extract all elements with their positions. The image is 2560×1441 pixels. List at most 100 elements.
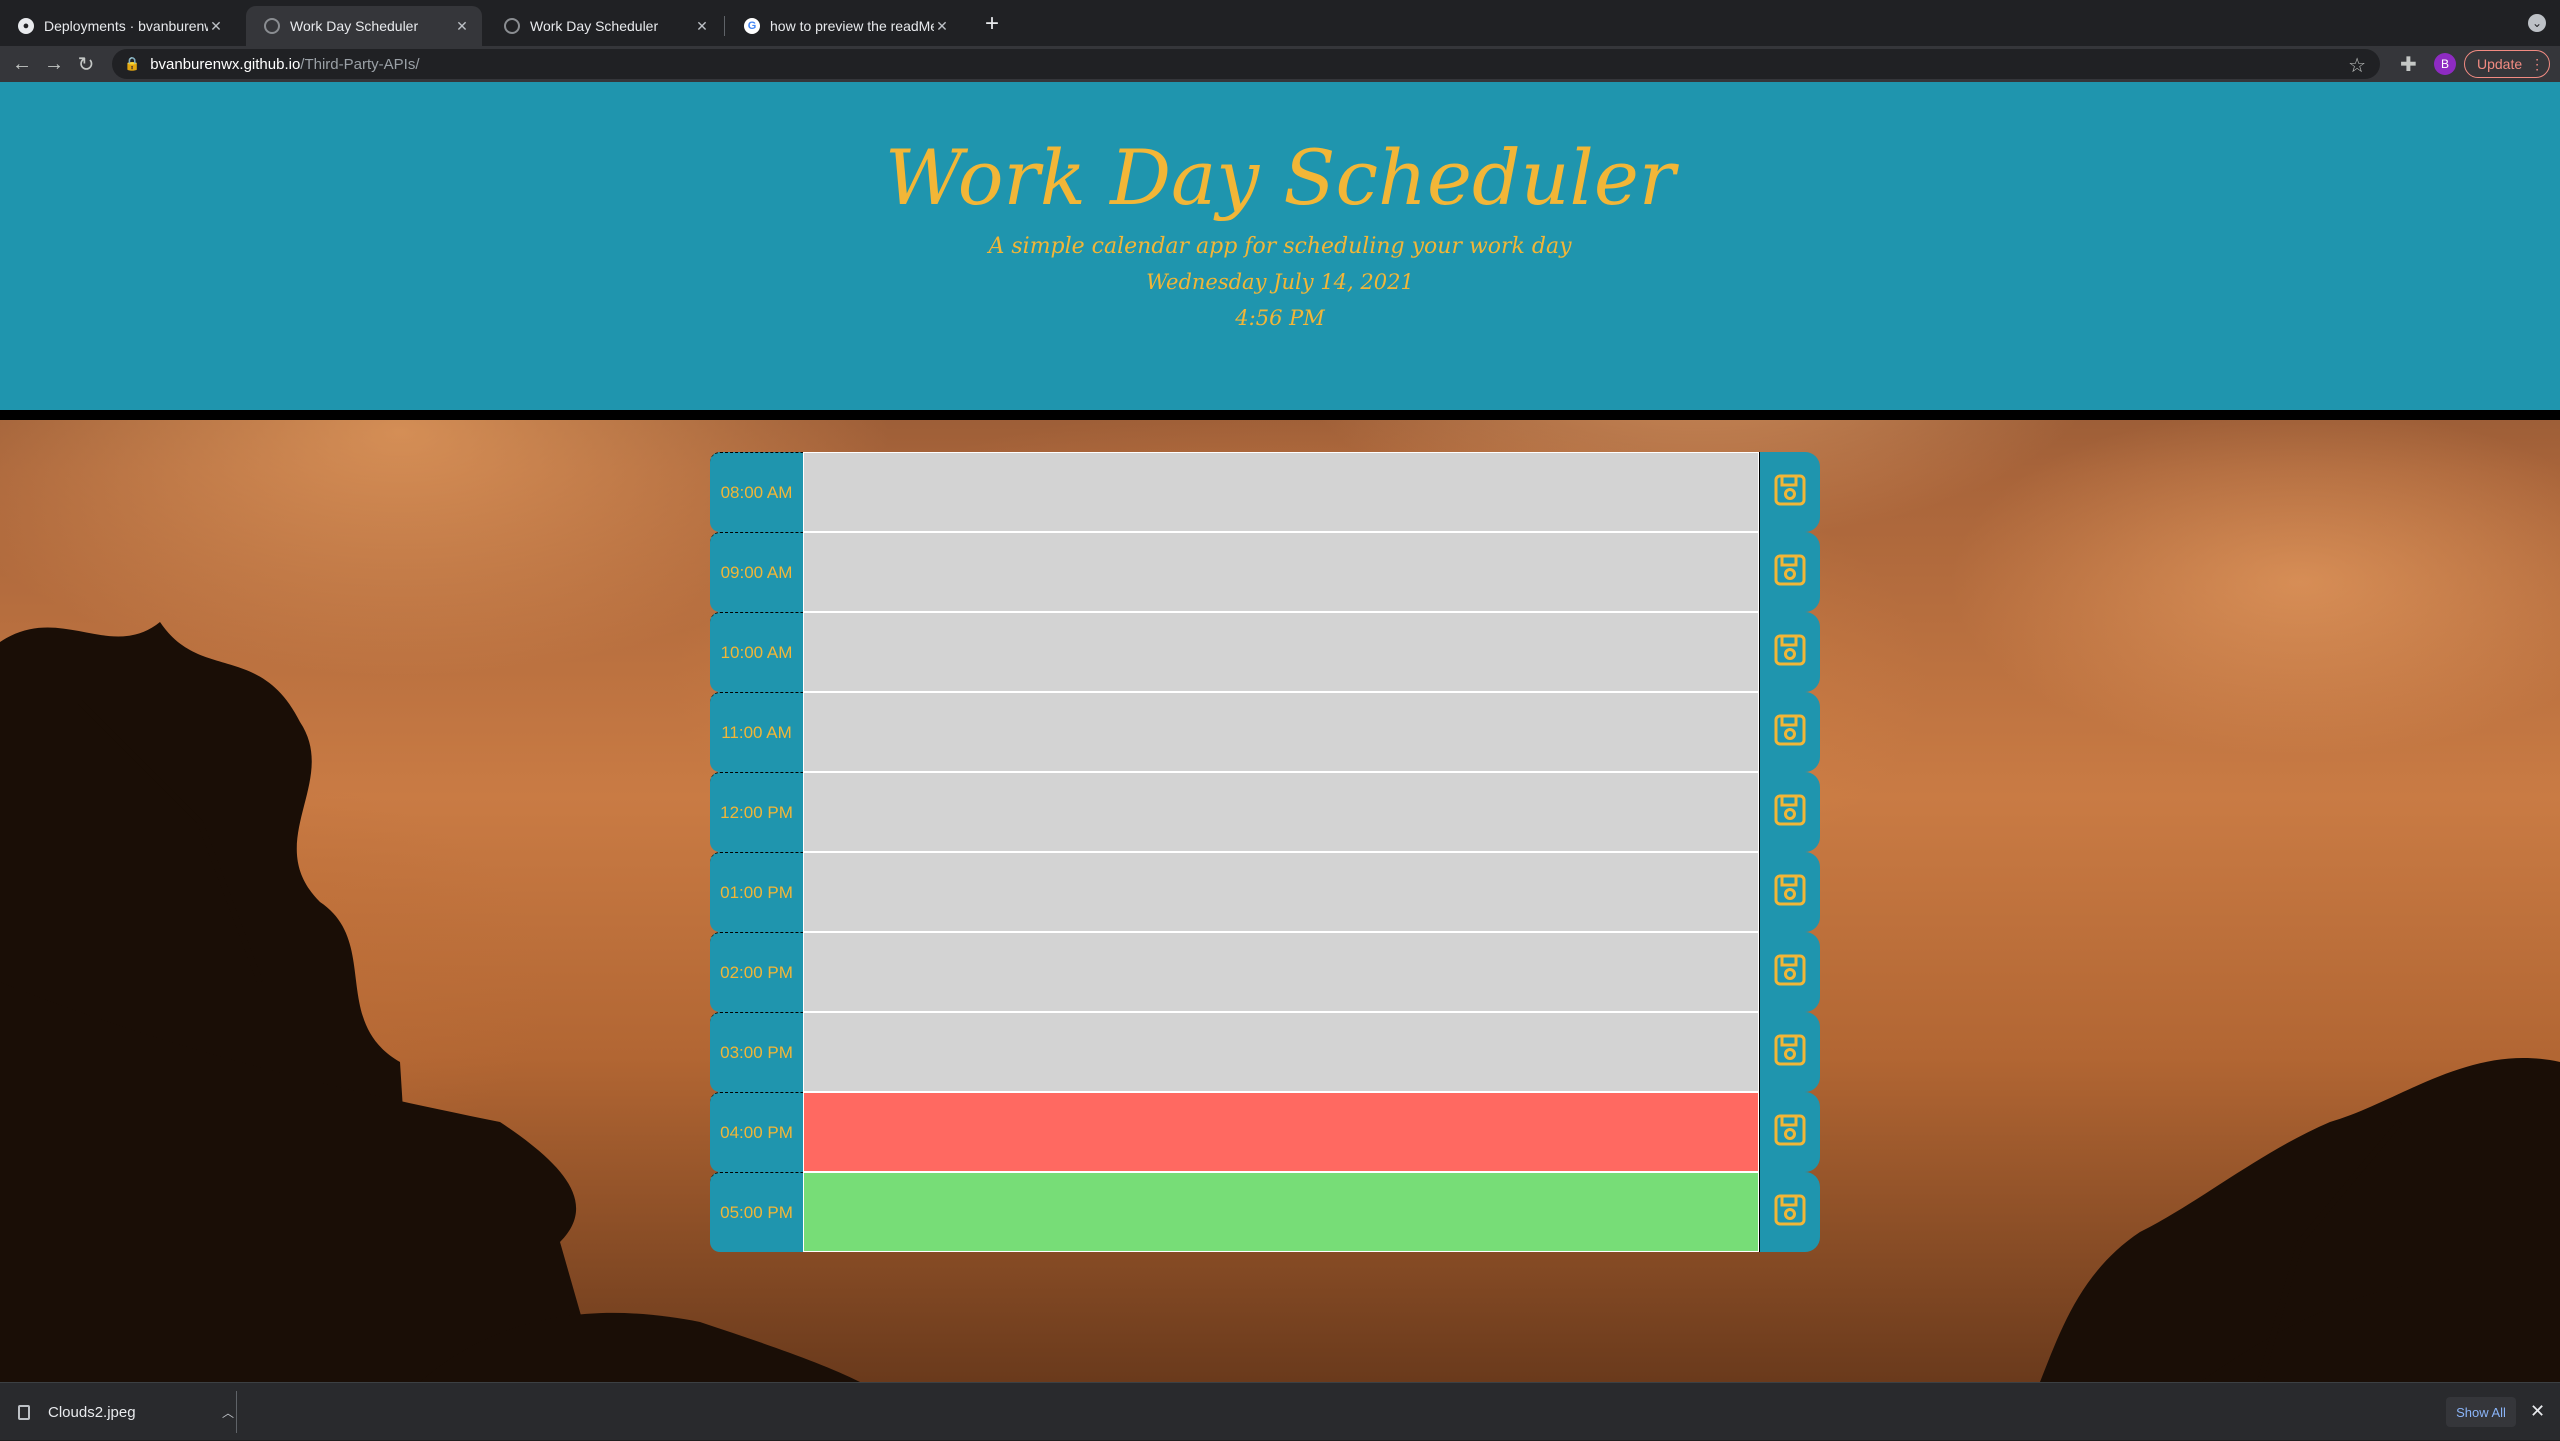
event-textarea-past[interactable] <box>803 612 1759 692</box>
time-block-row: 09:00 AM <box>710 532 1820 612</box>
tab-title: Work Day Scheduler <box>290 18 419 34</box>
update-label: Update <box>2477 56 2523 72</box>
hour-label: 01:00 PM <box>710 852 803 932</box>
download-separator <box>236 1391 237 1433</box>
back-icon[interactable]: ← <box>6 48 38 80</box>
save-button[interactable] <box>1759 1172 1820 1252</box>
close-icon[interactable]: ✕ <box>454 18 470 35</box>
floppy-disk-save-icon <box>1773 1193 1807 1232</box>
save-button[interactable] <box>1759 532 1820 612</box>
tab-title: how to preview the readMe file <box>770 18 934 34</box>
event-textarea-present[interactable] <box>803 1092 1759 1172</box>
tab-deployments[interactable]: ● Deployments · bvanburenwx/Third-Party-… <box>0 6 236 46</box>
event-textarea-past[interactable] <box>803 772 1759 852</box>
floppy-disk-save-icon <box>1773 713 1807 752</box>
time-block-row: 11:00 AM <box>710 692 1820 772</box>
floppy-disk-save-icon <box>1773 873 1807 912</box>
event-textarea-past[interactable] <box>803 932 1759 1012</box>
floppy-disk-save-icon <box>1773 793 1807 832</box>
hour-label: 04:00 PM <box>710 1092 803 1172</box>
close-icon[interactable]: ✕ <box>2530 1401 2545 1422</box>
save-button[interactable] <box>1759 452 1820 532</box>
github-icon: ● <box>18 18 34 34</box>
page-viewport: Work Day Scheduler A simple calendar app… <box>0 82 2560 1382</box>
url-path: /Third-Party-APIs/ <box>300 55 420 73</box>
tab-work-day-scheduler[interactable]: Work Day Scheduler ✕ <box>486 6 722 46</box>
floppy-disk-save-icon <box>1773 1113 1807 1152</box>
file-icon <box>18 1404 30 1420</box>
save-button[interactable] <box>1759 1092 1820 1172</box>
time-block-row: 08:00 AM <box>710 452 1820 532</box>
globe-icon <box>264 18 280 34</box>
download-file-name: Clouds2.jpeg <box>48 1403 136 1421</box>
event-textarea-past[interactable] <box>803 452 1759 532</box>
close-icon[interactable]: ✕ <box>934 18 950 35</box>
event-textarea-past[interactable] <box>803 532 1759 612</box>
google-icon: G <box>744 18 760 34</box>
download-shelf: Clouds2.jpeg ︿ Show All ✕ <box>0 1382 2560 1440</box>
hour-label: 10:00 AM <box>710 612 803 692</box>
save-button[interactable] <box>1759 852 1820 932</box>
globe-icon <box>504 18 520 34</box>
browser-toolbar: ← → ↻ 🔒 bvanburenwx.github.io/Third-Part… <box>0 46 2560 82</box>
hour-label: 12:00 PM <box>710 772 803 852</box>
save-button[interactable] <box>1759 1012 1820 1092</box>
tab-title: Work Day Scheduler <box>530 18 659 34</box>
time-block-row: 01:00 PM <box>710 852 1820 932</box>
floppy-disk-save-icon <box>1773 633 1807 672</box>
tab-strip: ● Deployments · bvanburenwx/Third-Party-… <box>0 0 2560 46</box>
time-block-row: 10:00 AM <box>710 612 1820 692</box>
floppy-disk-save-icon <box>1773 953 1807 992</box>
bookmark-star-icon[interactable]: ☆ <box>2348 53 2366 78</box>
event-textarea-past[interactable] <box>803 852 1759 932</box>
save-button[interactable] <box>1759 772 1820 852</box>
save-button[interactable] <box>1759 692 1820 772</box>
time-block-row: 12:00 PM <box>710 772 1820 852</box>
time-block-row: 04:00 PM <box>710 1092 1820 1172</box>
scheduler: 08:00 AM 09:00 AM 10:00 AM 11:00 AM 12:00 PM… <box>710 452 1820 1252</box>
hour-label: 08:00 AM <box>710 452 803 532</box>
floppy-disk-save-icon <box>1773 1033 1807 1072</box>
close-icon[interactable]: ✕ <box>208 18 224 35</box>
chevron-up-icon[interactable]: ︿ <box>222 1404 234 1421</box>
header-divider <box>0 410 2560 420</box>
url-host: bvanburenwx.github.io <box>150 55 301 73</box>
forward-icon[interactable]: → <box>38 48 70 80</box>
current-date: Wednesday July 14, 2021 <box>1146 270 1414 294</box>
page-header: Work Day Scheduler A simple calendar app… <box>0 82 2560 410</box>
event-textarea-future[interactable] <box>803 1172 1759 1252</box>
reload-icon[interactable]: ↻ <box>70 48 102 80</box>
page-subtitle: A simple calendar app for scheduling you… <box>988 234 1572 259</box>
tab-title: Deployments · bvanburenwx/Third-Party-AP… <box>44 18 208 34</box>
hour-label: 05:00 PM <box>710 1172 803 1252</box>
time-block-row: 03:00 PM <box>710 1012 1820 1092</box>
hour-label: 02:00 PM <box>710 932 803 1012</box>
floppy-disk-save-icon <box>1773 473 1807 512</box>
tab-search-icon[interactable]: ⌄ <box>2528 14 2546 32</box>
close-icon[interactable]: ✕ <box>694 18 710 35</box>
save-button[interactable] <box>1759 612 1820 692</box>
current-time: 4:56 PM <box>1235 306 1325 330</box>
hour-label: 03:00 PM <box>710 1012 803 1092</box>
lock-icon[interactable]: 🔒 <box>124 56 140 72</box>
kebab-menu-icon[interactable]: ⋮ <box>2530 56 2544 73</box>
page-title: Work Day Scheduler <box>884 133 1676 222</box>
download-item[interactable]: Clouds2.jpeg ︿ <box>18 1383 234 1441</box>
tab-separator <box>724 16 725 36</box>
tab-work-day-scheduler-active[interactable]: Work Day Scheduler ✕ <box>246 6 482 46</box>
event-textarea-past[interactable] <box>803 692 1759 772</box>
show-all-button[interactable]: Show All <box>2446 1397 2516 1427</box>
floppy-disk-save-icon <box>1773 553 1807 592</box>
address-bar[interactable]: 🔒 bvanburenwx.github.io/Third-Party-APIs… <box>112 49 2380 79</box>
save-button[interactable] <box>1759 932 1820 1012</box>
update-button[interactable]: Update ⋮ <box>2464 50 2550 78</box>
profile-avatar[interactable]: B <box>2434 53 2456 75</box>
event-textarea-past[interactable] <box>803 1012 1759 1092</box>
extensions-puzzle-icon[interactable]: ✚ <box>2400 52 2417 77</box>
hour-label: 11:00 AM <box>710 692 803 772</box>
time-block-row: 02:00 PM <box>710 932 1820 1012</box>
hour-label: 09:00 AM <box>710 532 803 612</box>
time-block-row: 05:00 PM <box>710 1172 1820 1252</box>
tab-readme-search[interactable]: G how to preview the readMe file ✕ <box>726 6 962 46</box>
new-tab-button[interactable]: + <box>976 8 1008 40</box>
